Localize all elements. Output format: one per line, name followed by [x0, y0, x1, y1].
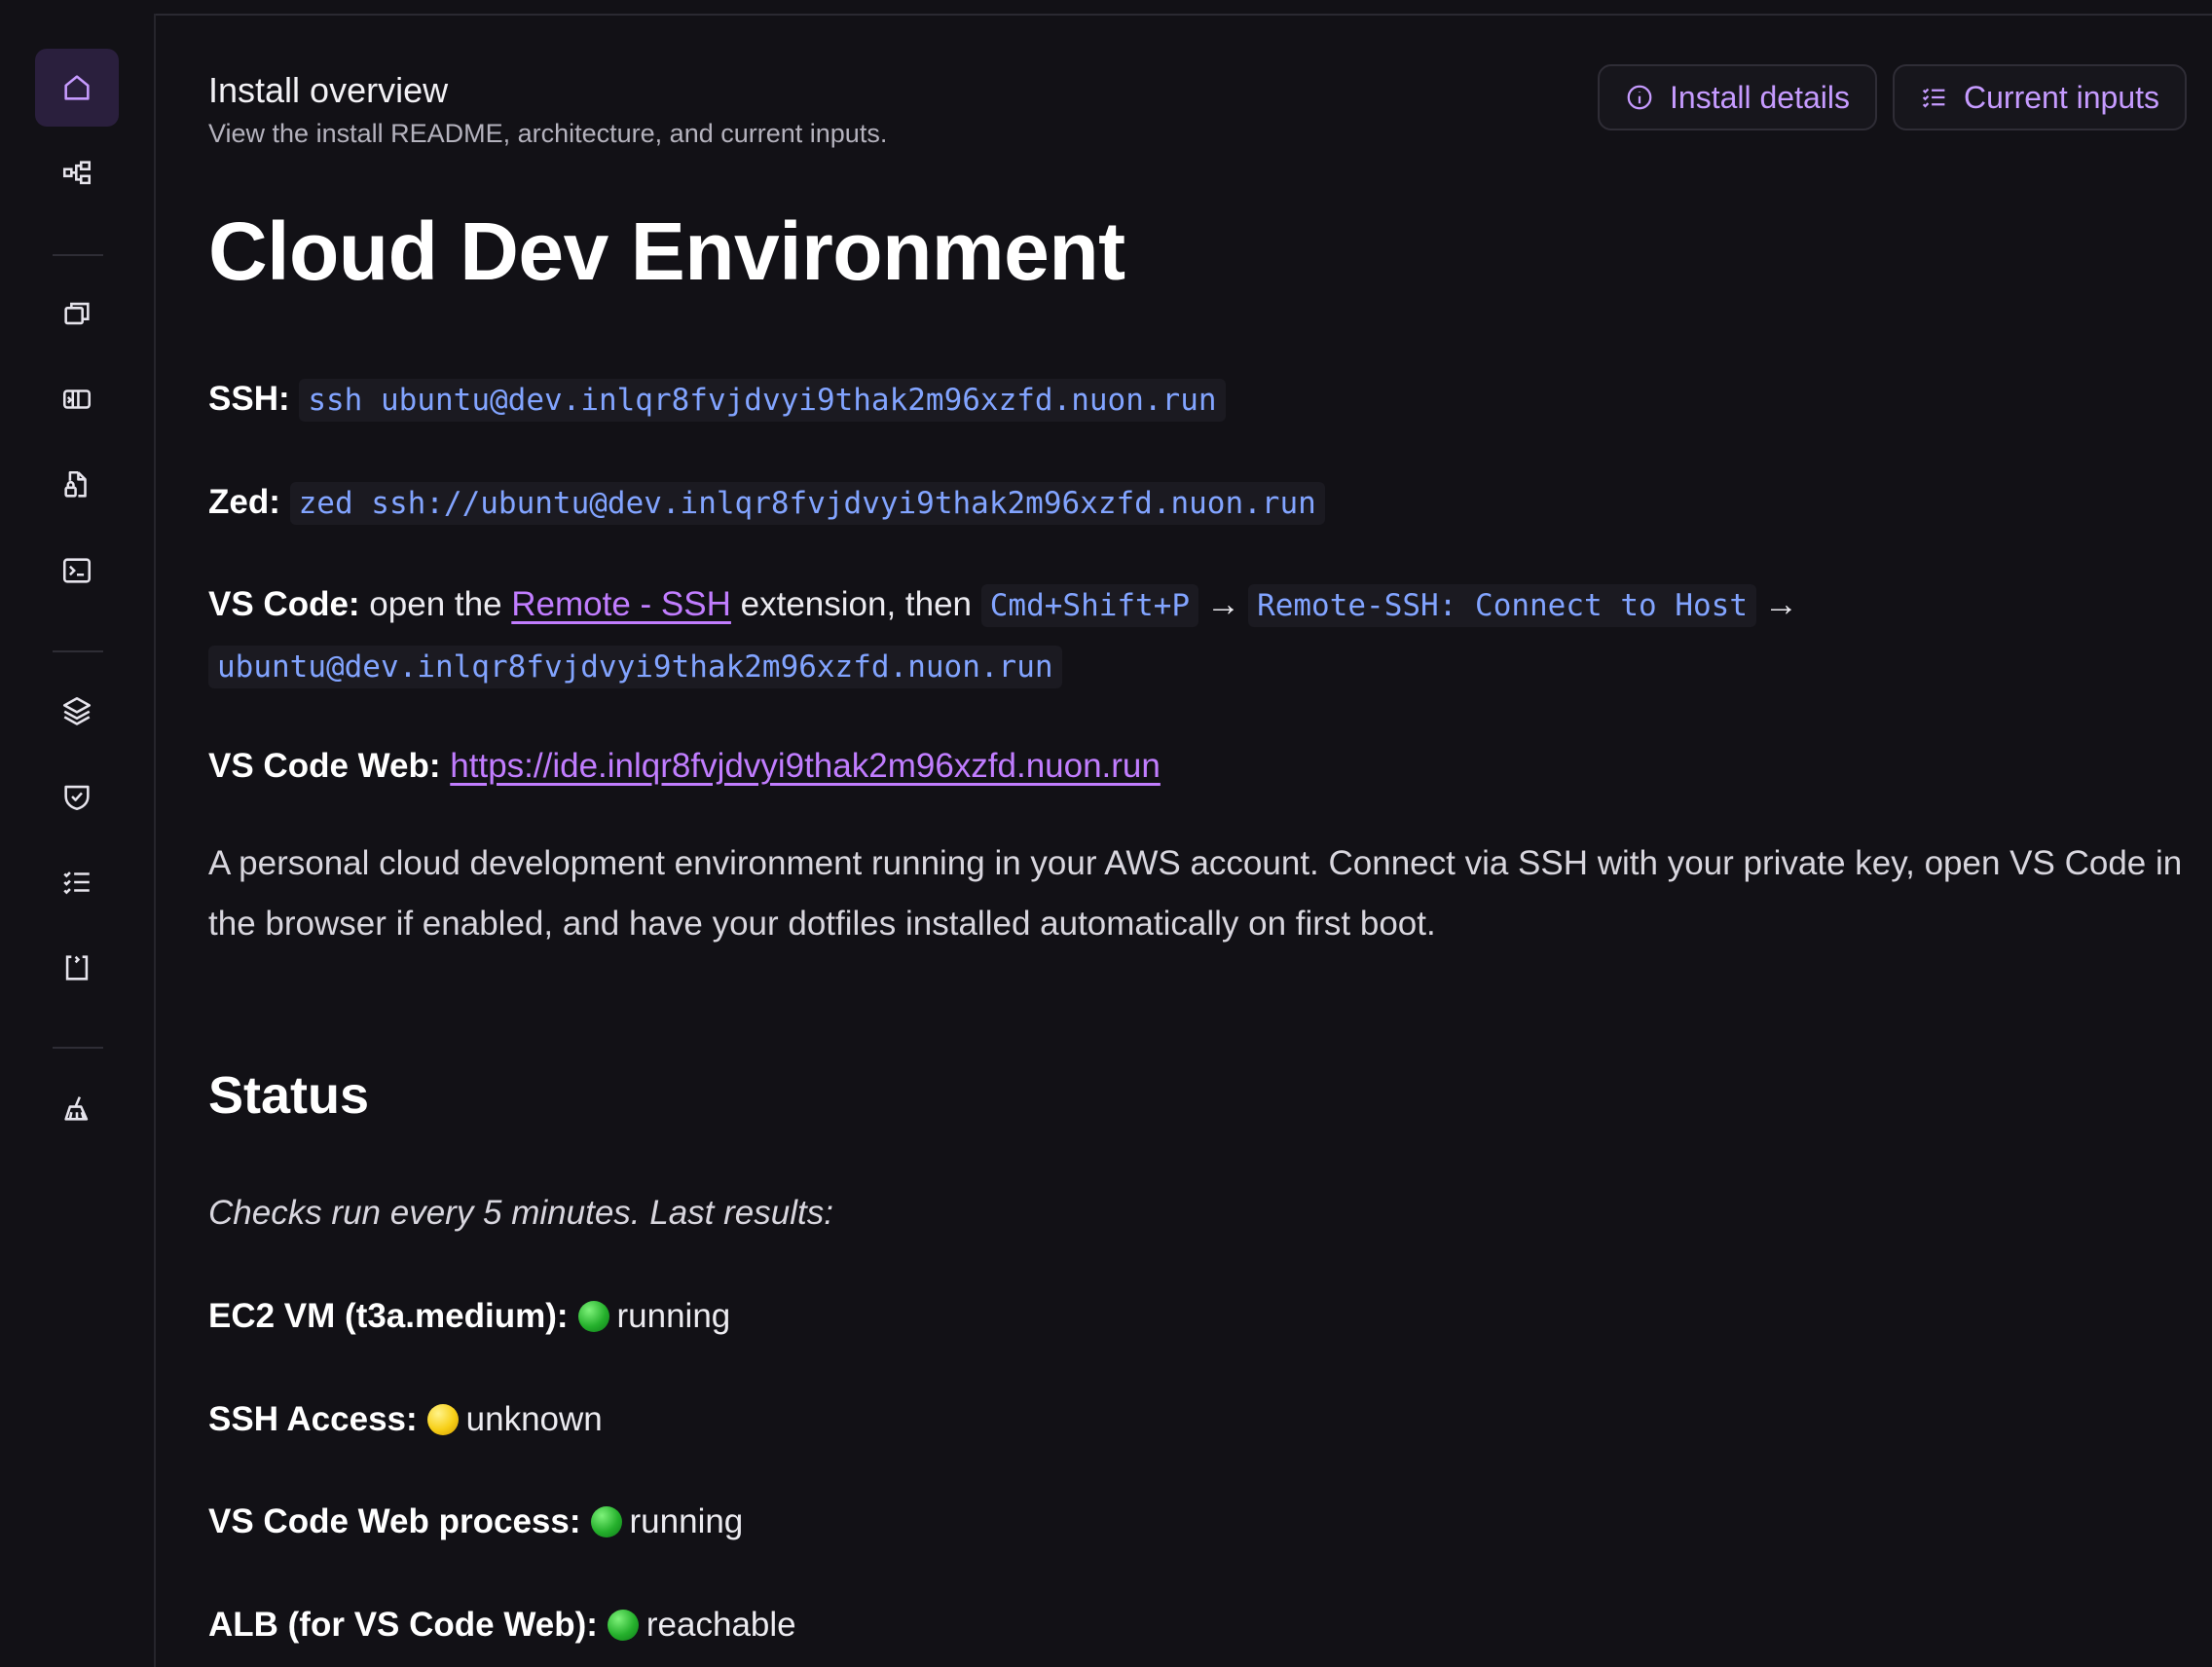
sidebar-item-home[interactable]	[35, 49, 119, 127]
status-check-label: ALB (for VS Code Web):	[208, 1606, 598, 1644]
status-check: SSH Access: unknown	[208, 1400, 603, 1439]
yellow-status-icon	[426, 1404, 459, 1435]
ssh-label: SSH:	[208, 380, 290, 418]
broom-icon	[64, 1096, 89, 1121]
sidebar-item-files[interactable]	[35, 446, 119, 524]
window-top-border	[0, 0, 2212, 16]
home-icon	[64, 75, 90, 100]
list-checks-icon	[63, 871, 90, 895]
sidebar-item-terminal[interactable]	[35, 532, 119, 610]
shield-check-icon	[64, 785, 90, 811]
status-note: Checks run every 5 minutes. Last results…	[208, 1194, 833, 1232]
status-check-value: running	[616, 1297, 731, 1335]
sidebar-item-settings[interactable]	[35, 1069, 119, 1147]
install-details-label: Install details	[1670, 79, 1850, 115]
arrow: →	[1763, 585, 1798, 623]
sidebar	[0, 14, 156, 1667]
install-details-button[interactable]: Install details	[1598, 64, 1877, 130]
terminal-icon	[62, 558, 92, 583]
sidebar-item-actions[interactable]	[35, 929, 119, 1007]
status-check: ALB (for VS Code Web): reachable	[208, 1606, 796, 1645]
list-checks-icon	[1922, 88, 1945, 108]
current-inputs-button[interactable]: Current inputs	[1893, 64, 2187, 130]
status-check-label: VS Code Web process:	[208, 1502, 581, 1540]
windows-icon	[64, 302, 90, 325]
vscode-text: extension, then	[730, 585, 981, 623]
status-heading: Status	[208, 1066, 370, 1125]
sidebar-item-runners[interactable]	[35, 275, 119, 352]
arrow: →	[1206, 585, 1241, 623]
sidebar-item-stack[interactable]	[35, 672, 119, 750]
sidebar-divider	[53, 650, 103, 652]
status-check-value: running	[629, 1502, 744, 1540]
vscode-host[interactable]: ubuntu@dev.inlqr8fvjdvyi9thak2m96xzfd.nu…	[208, 646, 1062, 688]
zed-command[interactable]: zed ssh://ubuntu@dev.inlqr8fvjdvyi9thak2…	[289, 482, 1325, 525]
sidebar-item-checklist[interactable]	[35, 843, 119, 921]
bracket-icon	[65, 955, 89, 981]
status-check: EC2 VM (t3a.medium): running	[208, 1297, 730, 1336]
readme-description: A personal cloud development environment…	[208, 844, 2183, 943]
ssh-command[interactable]: ssh ubuntu@dev.inlqr8fvjdvyi9thak2m96xzf…	[299, 379, 1226, 422]
vscode-shortcut[interactable]: Cmd+Shift+P	[980, 584, 1199, 627]
remote-ssh-link[interactable]: Remote - SSH	[511, 585, 731, 623]
green-status-icon	[607, 1610, 639, 1641]
sidebar-item-policies[interactable]	[35, 758, 119, 835]
vscode-label: VS Code:	[208, 585, 360, 623]
sidebar-divider	[53, 1047, 103, 1049]
box-icon	[62, 389, 92, 409]
file-lock-icon	[64, 470, 87, 498]
zed-line: Zed: zed ssh://ubuntu@dev.inlqr8fvjdvyi9…	[208, 482, 1325, 525]
vscode-web-line: VS Code Web: https://ide.inlqr8fvjdvyi9t…	[208, 747, 1161, 786]
status-check: VS Code Web process: running	[208, 1502, 743, 1541]
diagram-icon	[62, 161, 92, 185]
page-subtitle: View the install README, architecture, a…	[208, 119, 888, 148]
vscode-line: VS Code: open the Remote - SSH extension…	[208, 584, 1806, 627]
vscode-text: open the	[359, 585, 512, 623]
status-check-label: SSH Access:	[208, 1400, 418, 1438]
info-icon	[1627, 85, 1652, 110]
sidebar-item-sandbox[interactable]	[35, 360, 119, 438]
page-title: Install overview	[208, 70, 449, 110]
layers-icon	[62, 696, 92, 725]
green-status-icon	[590, 1506, 622, 1537]
vscode-command[interactable]: Remote-SSH: Connect to Host	[1248, 584, 1756, 627]
status-check-label: EC2 VM (t3a.medium):	[208, 1297, 569, 1335]
status-check-value: unknown	[465, 1400, 603, 1438]
zed-label: Zed:	[208, 483, 280, 521]
sidebar-item-components[interactable]	[35, 134, 119, 212]
status-check-value: reachable	[645, 1606, 796, 1644]
vscode-line-continued: ubuntu@dev.inlqr8fvjdvyi9thak2m96xzfd.nu…	[208, 646, 1062, 688]
ssh-line: SSH: ssh ubuntu@dev.inlqr8fvjdvyi9thak2m…	[208, 379, 1226, 422]
vscode-web-label: VS Code Web:	[208, 747, 441, 785]
sidebar-divider	[53, 254, 103, 256]
green-status-icon	[577, 1301, 609, 1332]
vscode-web-link[interactable]: https://ide.inlqr8fvjdvyi9thak2m96xzfd.n…	[450, 747, 1161, 785]
current-inputs-label: Current inputs	[1964, 79, 2159, 115]
readme-heading: Cloud Dev Environment	[208, 205, 1125, 297]
